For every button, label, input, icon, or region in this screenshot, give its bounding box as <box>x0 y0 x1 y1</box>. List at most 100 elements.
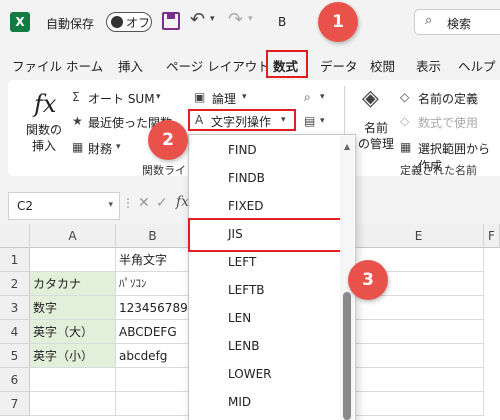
cell-a4[interactable]: 英字（大） <box>30 320 116 344</box>
formulas-tab-highlight <box>266 50 308 78</box>
cell-a2[interactable]: カタカナ <box>30 272 116 296</box>
formula-bar-grip-icon[interactable]: ⋮ <box>122 196 134 210</box>
text-functions-dropdown-icon: ▾ <box>281 115 286 125</box>
row-header-2[interactable]: 2 <box>0 272 30 296</box>
autosum-icon: Σ <box>72 90 80 104</box>
document-title: B <box>278 15 287 29</box>
define-name-button[interactable]: 名前の定義 <box>418 90 478 107</box>
callout-3: 3 <box>348 260 388 300</box>
cell-b7[interactable] <box>116 392 190 416</box>
search-label: 検索 <box>447 17 472 31</box>
math-dropdown-icon[interactable]: ▾ <box>320 116 325 126</box>
cell-e5[interactable] <box>354 344 484 368</box>
finance-icon: ▦ <box>72 140 84 154</box>
menu-item-findb[interactable]: FINDB <box>190 164 340 192</box>
name-box-dropdown-icon[interactable]: ▾ <box>108 200 113 210</box>
logical-dropdown-icon[interactable]: ▾ <box>242 92 247 102</box>
menu-item-find[interactable]: FIND <box>190 136 340 164</box>
menu-item-len[interactable]: LEN <box>190 304 340 332</box>
column-header-e[interactable]: E <box>354 224 484 248</box>
enter-icon[interactable]: ✓ <box>156 195 168 211</box>
column-header-f[interactable]: F <box>484 224 500 248</box>
define-name-icon: ◇ <box>400 90 410 104</box>
tab-help[interactable]: ヘルプ <box>458 56 496 75</box>
redo-icon[interactable]: ↷ <box>228 9 243 30</box>
tab-insert[interactable]: 挿入 <box>118 56 143 75</box>
callout-2: 2 <box>148 120 188 160</box>
menu-item-mid[interactable]: MID <box>190 388 340 416</box>
cell-b5[interactable]: abcdefg <box>116 344 190 368</box>
menu-item-leftb[interactable]: LEFTB <box>190 276 340 304</box>
insert-function-button[interactable]: 関数の 挿入 <box>26 122 62 154</box>
menu-item-fixed[interactable]: FIXED <box>190 192 340 220</box>
column-header-b[interactable]: B <box>116 224 190 248</box>
use-in-formula-icon: ◇ <box>400 114 410 128</box>
cell-a6[interactable] <box>30 368 116 392</box>
cell-e3[interactable] <box>354 296 484 320</box>
cell-a5[interactable]: 英字（小） <box>30 344 116 368</box>
row-header-3[interactable]: 3 <box>0 296 30 320</box>
cancel-icon[interactable]: ✕ <box>138 195 150 211</box>
row-header-1[interactable]: 1 <box>0 248 30 272</box>
name-manager-button[interactable]: 名前 の管理 <box>358 120 394 152</box>
finance-button[interactable]: 財務 <box>88 140 112 157</box>
cell-a3[interactable]: 数字 <box>30 296 116 320</box>
defined-names-group-label: 定義された名前 <box>400 164 477 177</box>
name-box-value: C2 <box>17 199 34 213</box>
excel-logo-icon: X <box>10 12 30 32</box>
row-header-7[interactable]: 7 <box>0 392 30 416</box>
insert-function-icon[interactable]: fx <box>34 90 56 118</box>
text-functions-label: 文字列操作 <box>211 115 272 129</box>
tab-home[interactable]: ホーム <box>66 56 103 75</box>
recent-functions-icon: ★ <box>72 114 83 128</box>
use-in-formula-button[interactable]: 数式で使用 <box>418 114 478 131</box>
callout-1: 1 <box>318 2 358 42</box>
cell-e7[interactable] <box>354 392 484 416</box>
cell-b6[interactable] <box>116 368 190 392</box>
save-icon[interactable] <box>162 12 180 30</box>
tab-review[interactable]: 校閲 <box>370 56 395 75</box>
logical-button[interactable]: 論理 <box>212 90 236 107</box>
column-header-a[interactable]: A <box>30 224 116 248</box>
select-all-corner[interactable] <box>0 224 30 248</box>
finance-dropdown-icon[interactable]: ▾ <box>116 142 121 152</box>
cell-a1[interactable] <box>30 248 116 272</box>
cell-e4[interactable] <box>354 320 484 344</box>
insert-function-label: 関数の <box>26 123 63 137</box>
menu-item-lenb[interactable]: LENB <box>190 332 340 360</box>
cell-a7[interactable] <box>30 392 116 416</box>
scrollbar-thumb[interactable] <box>343 292 351 420</box>
toggle-knob <box>111 16 123 28</box>
row-header-5[interactable]: 5 <box>0 344 30 368</box>
undo-icon[interactable]: ↶ <box>190 9 205 30</box>
math-icon[interactable]: ▤ <box>304 114 315 128</box>
search-box[interactable]: ⌕ 検索 <box>414 9 500 35</box>
cell-b3[interactable]: 123456789 <box>116 296 190 320</box>
autosave-label: 自動保存 <box>46 17 95 31</box>
menu-item-left[interactable]: LEFT <box>190 248 340 276</box>
tab-file[interactable]: ファイル <box>12 56 62 75</box>
lookup-icon[interactable]: ⌕ <box>304 90 311 105</box>
tab-page-layout[interactable]: ページ レイアウト <box>166 56 270 75</box>
redo-dropdown-icon[interactable]: ▾ <box>248 14 253 24</box>
row-header-6[interactable]: 6 <box>0 368 30 392</box>
cell-b1[interactable]: 半角文字 <box>116 248 190 272</box>
cell-b2[interactable]: ﾊﾟｿｺﾝ <box>116 272 190 296</box>
name-box[interactable]: C2 ▾ <box>8 192 120 220</box>
tab-data[interactable]: データ <box>320 56 358 75</box>
cell-e6[interactable] <box>354 368 484 392</box>
autosum-dropdown-icon[interactable]: ▾ <box>156 92 161 102</box>
logical-icon: ▣ <box>194 90 206 104</box>
undo-dropdown-icon[interactable]: ▾ <box>210 14 215 24</box>
tab-view[interactable]: 表示 <box>416 56 441 75</box>
row-header-4[interactable]: 4 <box>0 320 30 344</box>
menu-item-lower[interactable]: LOWER <box>190 360 340 388</box>
scroll-up-icon[interactable]: ▲ <box>344 142 350 151</box>
function-library-group-label: 関数ライ <box>142 164 186 177</box>
name-manager-icon[interactable]: ◈ <box>362 86 379 111</box>
autosave-toggle[interactable]: オフ <box>106 12 152 32</box>
autosum-button[interactable]: オート SUM <box>88 90 155 107</box>
jis-selection-highlight <box>188 218 342 252</box>
cell-b4[interactable]: ABCDEFG <box>116 320 190 344</box>
lookup-dropdown-icon[interactable]: ▾ <box>320 92 325 102</box>
